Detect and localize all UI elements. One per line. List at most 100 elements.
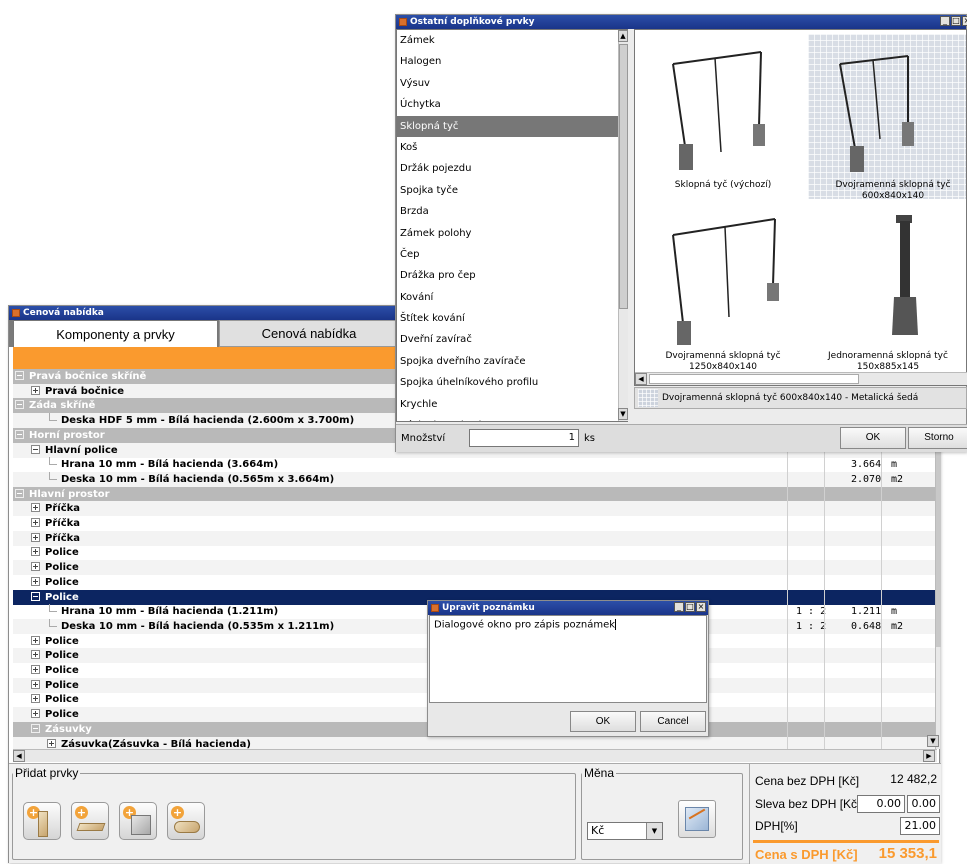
close-button[interactable]: × — [696, 602, 706, 612]
accessory-list-item[interactable]: Sklopná tyč — [397, 115, 627, 137]
exchange-rate-button[interactable] — [678, 800, 716, 838]
scroll-right-arrow[interactable]: ▶ — [923, 750, 935, 762]
tree-section-row[interactable]: Hlavní prostor — [13, 486, 935, 502]
expand-icon[interactable] — [31, 665, 40, 674]
list-scrollbar[interactable]: ▲ ▼ — [618, 30, 628, 421]
tree-row[interactable]: Deska 10 mm - Bílá hacienda (0.565m x 3.… — [13, 471, 935, 487]
tree-row[interactable]: Police — [13, 575, 935, 590]
cancel-button[interactable]: Storno — [908, 427, 967, 449]
tab-components[interactable]: Komponenty a prvky — [13, 320, 218, 347]
quantity-bar: Množství 1 ks OK Storno — [396, 424, 967, 452]
close-button[interactable]: × — [962, 16, 967, 26]
tree-row[interactable]: Zásuvka(Zásuvka - Bílá hacienda) — [13, 736, 935, 749]
add-shelf-button[interactable]: + — [71, 802, 109, 840]
scroll-down-arrow[interactable]: ▼ — [618, 408, 628, 420]
accessory-list-item[interactable]: Výsuv — [397, 73, 627, 94]
minimize-button[interactable]: _ — [674, 602, 684, 612]
collapse-icon[interactable] — [31, 723, 40, 733]
accessory-list-item[interactable]: Drážka pro čep — [397, 265, 627, 286]
tree-row[interactable]: Police — [13, 545, 935, 560]
maximize-button[interactable]: □ — [951, 16, 961, 26]
collapse-icon[interactable] — [31, 591, 40, 601]
note-ok-button[interactable]: OK — [570, 711, 636, 732]
expand-icon[interactable] — [47, 738, 56, 748]
currency-legend: Měna — [584, 766, 615, 780]
collapse-icon[interactable] — [15, 400, 24, 410]
accessory-list-item[interactable]: Štítek kování — [397, 308, 627, 329]
accessory-list-item[interactable]: Spojka dveřního zavírače — [397, 351, 627, 372]
vat-input[interactable]: 21.00 — [900, 817, 940, 835]
tree-row-label: Deska 10 mm - Bílá hacienda (0.565m x 3.… — [61, 473, 335, 485]
variant-thumb[interactable]: Jednoramenná sklopná tyč 150x885x145 — [808, 205, 966, 372]
tree-row[interactable]: Příčka — [13, 530, 935, 546]
scroll-down-arrow[interactable]: ▼ — [927, 735, 939, 747]
add-side-panel-button[interactable]: + — [23, 802, 61, 840]
expand-icon[interactable] — [31, 503, 40, 513]
expand-icon[interactable] — [31, 518, 40, 527]
tree-row-label: Police — [45, 635, 79, 647]
ok-button[interactable]: OK — [840, 427, 906, 449]
accessory-list-item[interactable]: Zámek polohy — [397, 223, 627, 244]
discount-kc-input[interactable]: 0.00 — [857, 795, 905, 813]
minimize-button[interactable]: _ — [940, 16, 950, 26]
expand-icon[interactable] — [31, 547, 40, 557]
tree-row[interactable]: Hrana 10 mm - Bílá hacienda (3.664m) 3.66… — [13, 457, 935, 472]
accessory-list-item[interactable]: Čep — [397, 244, 627, 265]
expand-icon[interactable] — [31, 532, 40, 542]
scroll-left-arrow[interactable]: ◀ — [13, 750, 25, 762]
tree-row[interactable]: Příčka — [13, 516, 935, 531]
accessory-list-item[interactable]: Halogen — [397, 51, 627, 72]
accessory-type-list[interactable]: Zámek Halogen Výsuv Úchytka Sklopná tyč Koš Dr… — [396, 29, 628, 422]
variant-thumb[interactable]: Dvojramenná sklopná tyč 1250x840x140 — [643, 205, 803, 372]
currency-select[interactable]: Kč ▼ — [587, 822, 663, 840]
expand-icon[interactable] — [31, 385, 40, 395]
tab-quote[interactable]: Cenová nabídka — [219, 320, 399, 347]
add-items-group: Přidat prvky + + + + — [12, 766, 576, 860]
discount-percent-input[interactable]: 0.00 — [907, 795, 940, 813]
tree-row-label: Deska HDF 5 mm - Bílá hacienda (2.600m x… — [61, 415, 355, 427]
expand-icon[interactable] — [31, 576, 40, 586]
accessory-list-item[interactable]: Spojka tyče — [397, 180, 627, 201]
collapse-icon[interactable] — [15, 429, 24, 439]
expand-icon[interactable] — [31, 709, 40, 719]
scroll-up-arrow[interactable]: ▲ — [618, 30, 628, 42]
note-cancel-button[interactable]: Cancel — [640, 711, 706, 732]
variant-thumb[interactable]: Sklopná tyč (výchozí) — [643, 34, 803, 199]
accessory-list-item[interactable]: Spojka úhelníkového profilu — [397, 372, 627, 393]
quantity-input[interactable]: 1 — [469, 429, 579, 447]
tree-row[interactable]: Police — [13, 560, 935, 576]
variant-thumb-selected[interactable]: Dvojramenná sklopná tyč 600x840x140 — [808, 34, 966, 201]
accessories-dialog-titlebar[interactable]: Ostatní doplňkové prvky _ □ × — [396, 15, 967, 29]
add-drawer-button[interactable]: + — [119, 802, 157, 840]
add-rail-button[interactable]: + — [167, 802, 205, 840]
accessory-list-item[interactable]: Záslepka pojezdu — [397, 415, 627, 421]
chevron-down-icon[interactable]: ▼ — [646, 823, 662, 839]
tree-row-label: Police — [45, 576, 79, 588]
scroll-left-arrow[interactable]: ◀ — [635, 373, 647, 385]
tree-row[interactable]: Příčka — [13, 501, 935, 517]
accessory-list-item[interactable]: Dveřní zavírač — [397, 329, 627, 350]
accessory-list-item[interactable]: Koš — [397, 137, 627, 158]
accessory-list-item[interactable]: Krychle — [397, 394, 627, 415]
note-textarea[interactable]: Dialogové okno pro zápis poznámek — [429, 615, 707, 703]
expand-icon[interactable] — [31, 650, 40, 660]
collapse-icon[interactable] — [15, 371, 24, 380]
expand-icon[interactable] — [31, 679, 40, 689]
collapse-icon[interactable] — [15, 488, 24, 498]
expand-icon[interactable] — [31, 694, 40, 704]
scroll-thumb[interactable] — [619, 44, 628, 309]
maximize-button[interactable]: □ — [685, 602, 695, 612]
accessory-list-item[interactable]: Brzda — [397, 201, 627, 222]
accessory-list-item[interactable]: Držák pojezdu — [397, 158, 627, 179]
expand-icon[interactable] — [31, 562, 40, 572]
accessory-list-item[interactable]: Zámek — [397, 30, 627, 51]
collapse-icon[interactable] — [31, 444, 40, 454]
tree-horizontal-scrollbar[interactable]: ◀ ▶ — [13, 749, 937, 762]
edit-note-titlebar[interactable]: Upravit poznámku _ □ × — [428, 601, 708, 615]
accessory-list-item[interactable]: Úchytka — [397, 94, 627, 115]
accessory-list-item[interactable]: Kování — [397, 287, 627, 308]
variant-caption: Sklopná tyč (výchozí) — [674, 180, 772, 190]
scroll-thumb[interactable] — [649, 374, 859, 384]
expand-icon[interactable] — [31, 635, 40, 645]
gallery-horizontal-scrollbar[interactable]: ◀ — [635, 372, 967, 385]
